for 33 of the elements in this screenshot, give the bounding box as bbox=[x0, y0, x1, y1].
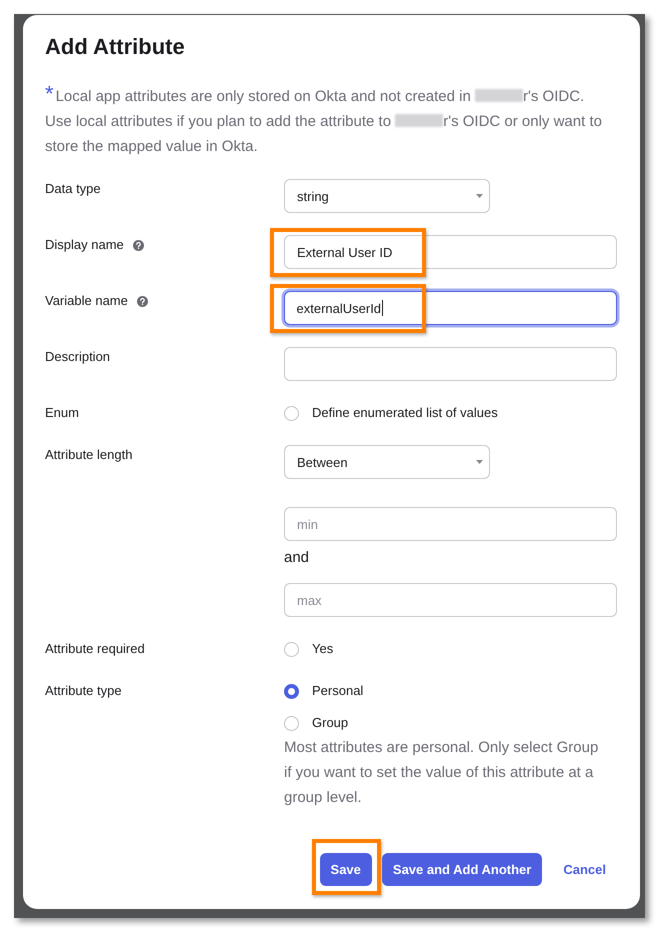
field-label: Display name bbox=[45, 236, 124, 254]
field-label: Enum bbox=[45, 404, 79, 422]
field-label: Attribute required bbox=[45, 640, 145, 658]
caret-down-icon bbox=[476, 194, 483, 198]
field-label: Attribute type bbox=[45, 682, 122, 700]
field-label: Description bbox=[45, 348, 110, 366]
radio-button[interactable] bbox=[284, 716, 299, 730]
radio-button[interactable] bbox=[284, 642, 299, 656]
field-label: Variable name bbox=[45, 292, 128, 310]
redacted-text-block bbox=[475, 89, 523, 102]
text-caret-icon bbox=[382, 300, 384, 316]
caret-down-icon bbox=[476, 460, 483, 464]
radio-label[interactable]: Group bbox=[312, 713, 348, 733]
dropdown-select[interactable]: Between bbox=[284, 445, 490, 479]
hint-text: Most attributes are personal. Only select Group if you want to set the value of this attribute at a group level. bbox=[284, 738, 600, 808]
radio-label[interactable]: Define enumerated list of values bbox=[312, 403, 498, 423]
field-label: Data type bbox=[45, 180, 101, 198]
info-note: *Local app attributes are only stored on Okta and not created in r's OIDC. Use local attributes if you plan to add the attribute to r's OIDC or only want to store the mapped value in Okta. bbox=[45, 84, 603, 157]
radio-button[interactable] bbox=[284, 406, 299, 420]
text-input[interactable]: External User ID bbox=[284, 235, 617, 269]
dialog-title: Add Attribute bbox=[45, 33, 186, 61]
primary-button[interactable]: Save bbox=[320, 853, 372, 886]
dropdown-select[interactable]: string bbox=[284, 179, 490, 213]
radio-label[interactable]: Personal bbox=[312, 681, 364, 701]
text-input[interactable] bbox=[284, 347, 617, 381]
field-label: Attribute length bbox=[45, 446, 132, 464]
primary-button[interactable]: Save and Add Another bbox=[382, 853, 542, 886]
link-button[interactable]: Cancel bbox=[552, 853, 617, 886]
radio-button[interactable] bbox=[284, 684, 299, 698]
text-input[interactable]: externalUserId bbox=[284, 291, 617, 325]
redacted-text-block bbox=[395, 114, 444, 127]
joiner-text: and bbox=[284, 548, 310, 568]
radio-label[interactable]: Yes bbox=[312, 639, 334, 659]
